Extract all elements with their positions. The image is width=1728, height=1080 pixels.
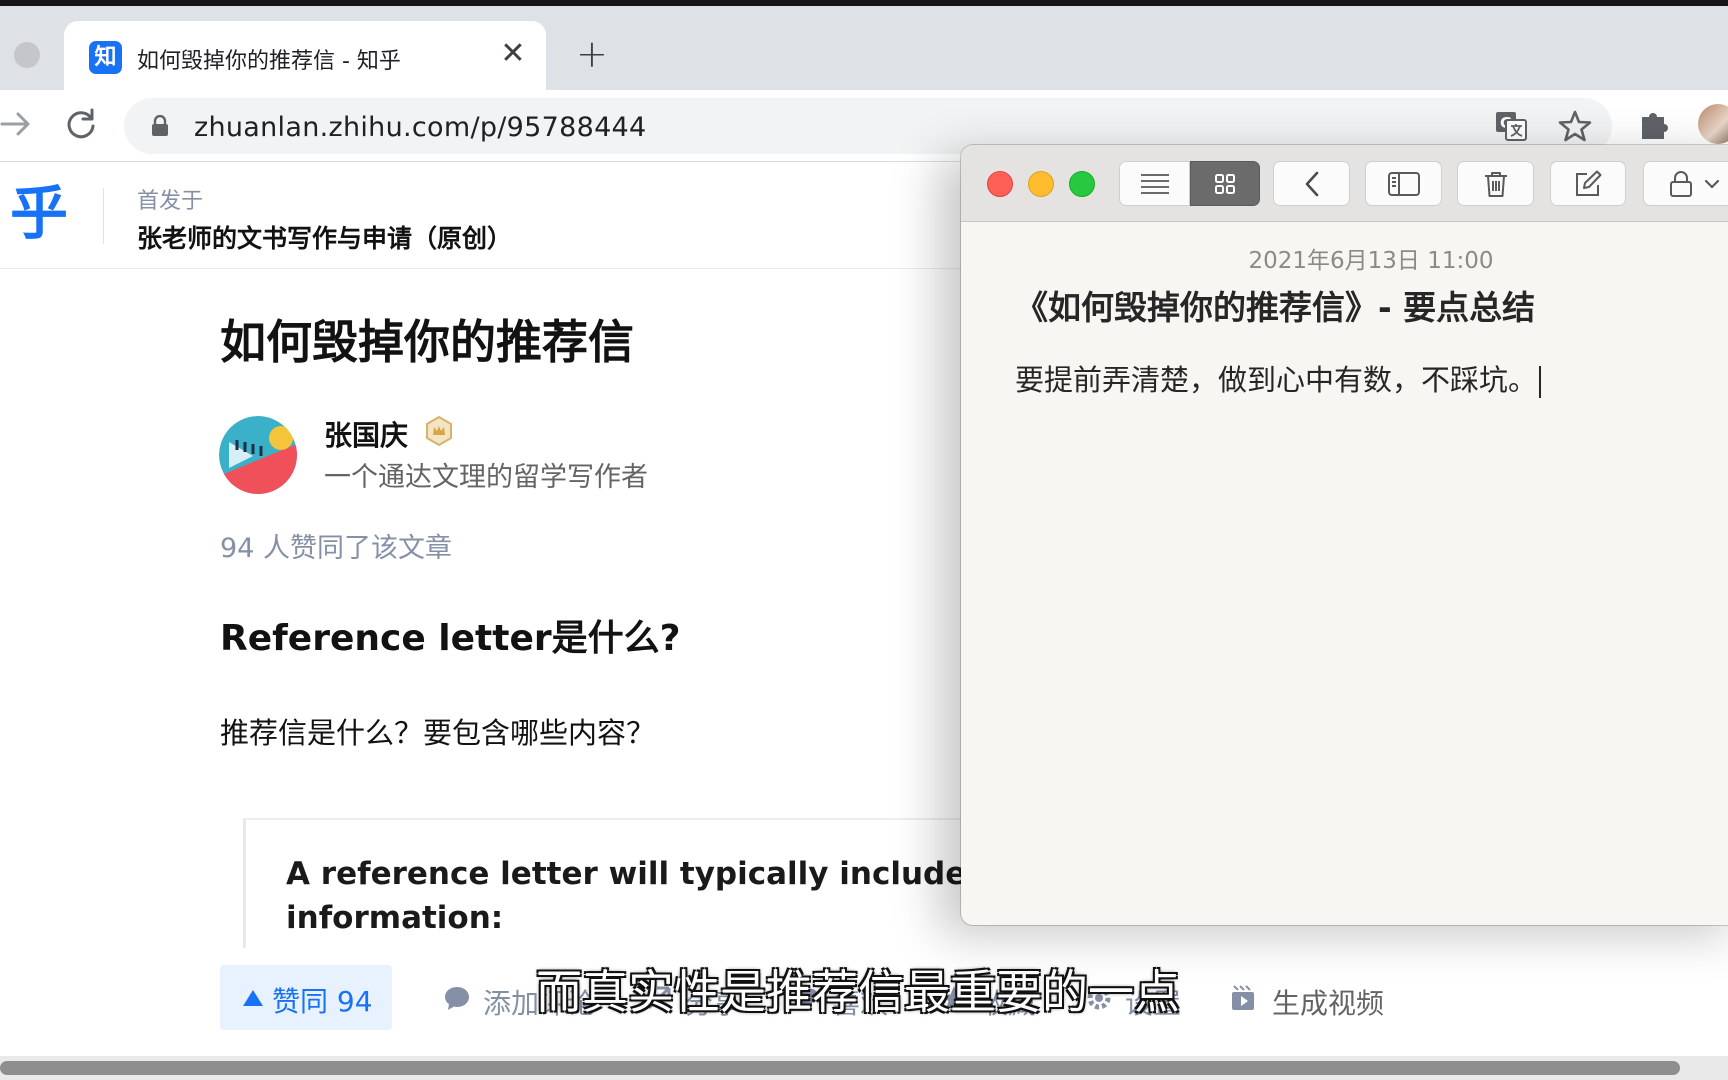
window-close-button-inactive[interactable] bbox=[14, 42, 40, 68]
note-body-text[interactable]: 要提前弄清楚，做到心中有数，不踩坑。 bbox=[1015, 363, 1537, 397]
upvote-button[interactable]: 赞同 94 bbox=[220, 965, 392, 1030]
zhihu-favicon-icon: 知 bbox=[89, 41, 122, 74]
sidebar-icon bbox=[1387, 171, 1420, 196]
reload-icon[interactable] bbox=[64, 107, 98, 141]
lock-icon[interactable] bbox=[150, 115, 170, 137]
url-text[interactable]: zhuanlan.zhihu.com/p/95788444 bbox=[194, 112, 647, 143]
window-close-button[interactable] bbox=[987, 171, 1013, 197]
comment-icon[interactable] bbox=[443, 984, 471, 1012]
column-name-link[interactable]: 张老师的文书写作与申请（原创） bbox=[137, 219, 512, 255]
back-button[interactable] bbox=[1273, 161, 1350, 206]
text-cursor bbox=[1539, 366, 1542, 398]
video-subtitle-caption: 而真实性是推荐信最重要的一点 bbox=[536, 965, 1180, 1019]
author-name[interactable]: 张国庆 bbox=[324, 414, 408, 454]
profile-avatar[interactable] bbox=[1698, 104, 1728, 144]
bookmark-star-icon[interactable] bbox=[1558, 109, 1592, 143]
embedded-text-line: A reference letter will typically includ… bbox=[286, 856, 1060, 892]
tab-strip: 知 如何毁掉你的推荐信 - 知乎 ✕ + bbox=[0, 6, 1728, 96]
embedded-image-text: A reference letter will typically includ… bbox=[286, 852, 1059, 940]
attachments-sidebar-button[interactable] bbox=[1365, 161, 1442, 206]
header-divider bbox=[103, 188, 104, 244]
generate-video-button[interactable]: 生成视频 bbox=[1272, 982, 1384, 1022]
horizontal-scrollbar[interactable] bbox=[0, 1056, 1728, 1080]
article-title: 如何毁掉你的推荐信 bbox=[220, 315, 634, 369]
compose-icon bbox=[1576, 170, 1602, 196]
notes-toolbar bbox=[961, 145, 1728, 222]
video-generate-icon[interactable] bbox=[1230, 984, 1258, 1012]
certified-badge-icon bbox=[426, 416, 452, 446]
window-minimize-button[interactable] bbox=[1028, 171, 1054, 197]
browser-tab-active[interactable]: 知 如何毁掉你的推荐信 - 知乎 ✕ bbox=[64, 21, 546, 96]
upvote-arrow-icon bbox=[243, 990, 263, 1006]
embedded-text-line: information: bbox=[286, 900, 504, 936]
trash-icon bbox=[1484, 171, 1507, 197]
note-body-editor[interactable]: 要提前弄清楚，做到心中有数，不踩坑。 bbox=[1015, 357, 1542, 399]
gallery-view-icon bbox=[1215, 173, 1235, 194]
translate-icon[interactable]: G bbox=[1494, 110, 1528, 142]
published-in-label: 首发于 bbox=[137, 189, 204, 214]
zhihu-logo[interactable]: 乎 bbox=[10, 181, 68, 245]
chevron-left-icon bbox=[1305, 171, 1318, 196]
section-heading: Reference letter是什么? bbox=[220, 618, 681, 659]
list-view-icon bbox=[1140, 173, 1169, 194]
window-zoom-button[interactable] bbox=[1069, 171, 1095, 197]
author-bio: 一个通达文理的留学写作者 bbox=[324, 462, 648, 493]
notes-window: 2021年6月13日 11:00 《如何毁掉你的推荐信》- 要点总结 要提前弄清… bbox=[961, 145, 1728, 925]
author-avatar[interactable] bbox=[219, 416, 297, 494]
lock-dropdown-icon bbox=[1669, 170, 1719, 197]
article-paragraph: 推荐信是什么？要包含哪些内容？ bbox=[220, 716, 656, 750]
upvote-label: 赞同 94 bbox=[272, 985, 373, 1018]
tab-close-icon[interactable]: ✕ bbox=[498, 39, 528, 69]
new-note-button[interactable] bbox=[1550, 161, 1626, 206]
list-view-button[interactable] bbox=[1119, 161, 1190, 206]
extensions-puzzle-icon[interactable] bbox=[1638, 107, 1672, 141]
scrollbar-thumb[interactable] bbox=[0, 1061, 1680, 1075]
note-date: 2021年6月13日 11:00 bbox=[1248, 248, 1494, 274]
delete-note-button[interactable] bbox=[1457, 161, 1534, 206]
forward-arrow-icon[interactable] bbox=[0, 107, 34, 141]
tab-title: 如何毁掉你的推荐信 - 知乎 bbox=[137, 49, 401, 74]
gallery-view-button[interactable] bbox=[1190, 161, 1260, 206]
vote-count-summary: 94 人赞同了该文章 bbox=[220, 533, 452, 564]
lock-note-button[interactable] bbox=[1643, 161, 1728, 206]
note-title[interactable]: 《如何毁掉你的推荐信》- 要点总结 bbox=[1015, 281, 1535, 329]
new-tab-icon[interactable]: + bbox=[576, 35, 608, 73]
